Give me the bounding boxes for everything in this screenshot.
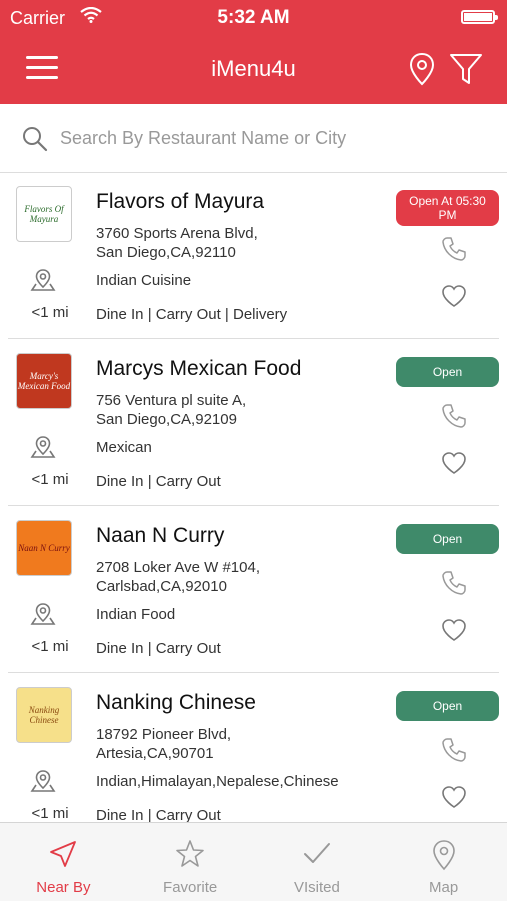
distance-label: <1 mi [31,638,69,655]
distance-label: <1 mi [31,471,69,488]
search-input[interactable] [58,118,482,158]
map-pin-icon [431,839,457,876]
restaurant-list[interactable]: Flavors Of Mayura <1 mi Flavors of Mayur… [0,172,507,822]
restaurant-card[interactable]: Nanking Chinese <1 mi Nanking Chinese 18… [8,673,499,822]
status-badge: Open [396,691,499,721]
restaurant-name[interactable]: Naan N Curry [96,524,224,548]
restaurant-address: 756 Ventura pl suite A, San Diego,CA,921… [96,392,247,428]
tab-label: VIsited [293,879,340,896]
search-icon [22,126,48,157]
phone-icon[interactable] [441,737,467,768]
tab-label: Near By [36,879,91,896]
heart-icon[interactable] [441,284,467,313]
restaurant-logo: Marcy's Mexican Food [16,353,72,409]
restaurant-cuisine: Indian Food [96,606,176,623]
tab-favorite[interactable]: Favorite [127,823,254,901]
phone-icon[interactable] [441,570,467,601]
tab-visited[interactable]: VIsited [254,823,381,901]
tab-map[interactable]: Map [380,823,507,901]
phone-icon[interactable] [441,236,467,267]
restaurant-cuisine: Indian Cuisine [96,272,192,289]
filter-icon[interactable] [448,52,484,91]
nav-bar: iMenu4u [0,36,507,104]
restaurant-card[interactable]: Naan N Curry <1 mi Naan N Curry 2708 Lok… [8,506,499,673]
star-icon [175,839,205,874]
restaurant-services: Dine In | Carry Out [96,473,221,490]
heart-icon[interactable] [441,451,467,480]
restaurant-name[interactable]: Marcys Mexican Food [96,357,301,381]
restaurant-address: 18792 Pioneer Blvd, Artesia,CA,90701 [96,726,232,762]
restaurant-card[interactable]: Marcy's Mexican Food <1 mi Marcys Mexica… [8,339,499,506]
restaurant-services: Dine In | Carry Out | Delivery [96,306,288,323]
restaurant-logo: Naan N Curry [16,520,72,576]
status-badge: Open At 05:30 PM [396,190,499,226]
distance-label: <1 mi [31,805,69,822]
location-icon [30,769,56,798]
restaurant-address: 3760 Sports Arena Blvd, San Diego,CA,921… [96,225,258,261]
status-badge: Open [396,357,499,387]
restaurant-cuisine: Indian,Himalayan,Nepalese,Chinese [96,773,339,790]
navigation-arrow-icon [48,839,78,874]
restaurant-services: Dine In | Carry Out [96,640,221,657]
heart-icon[interactable] [441,785,467,814]
battery-icon [461,10,498,24]
tab-near-by[interactable]: Near By [0,823,127,901]
restaurant-name[interactable]: Nanking Chinese [96,691,256,715]
restaurant-logo: Nanking Chinese [16,687,72,743]
tab-label: Map [429,879,459,896]
location-icon [30,435,56,464]
clock: 5:32 AM [217,7,290,28]
checkmark-icon [302,839,332,874]
phone-icon[interactable] [441,403,467,434]
search-bar [0,104,507,173]
restaurant-services: Dine In | Carry Out [96,807,221,822]
restaurant-cuisine: Mexican [96,439,152,456]
status-badge: Open [396,524,499,554]
location-pin-icon[interactable] [408,52,436,91]
restaurant-name[interactable]: Flavors of Mayura [96,190,264,214]
restaurant-card[interactable]: Flavors Of Mayura <1 mi Flavors of Mayur… [8,172,499,339]
status-bar: Carrier 5:32 AM [0,0,507,36]
tab-label: Favorite [163,879,218,896]
distance-label: <1 mi [31,304,69,321]
location-icon [30,602,56,631]
location-icon [30,268,56,297]
tab-bar: Near By Favorite VIsited Map [0,822,507,901]
restaurant-address: 2708 Loker Ave W #104, Carlsbad,CA,92010 [96,559,261,595]
heart-icon[interactable] [441,618,467,647]
restaurant-logo: Flavors Of Mayura [16,186,72,242]
